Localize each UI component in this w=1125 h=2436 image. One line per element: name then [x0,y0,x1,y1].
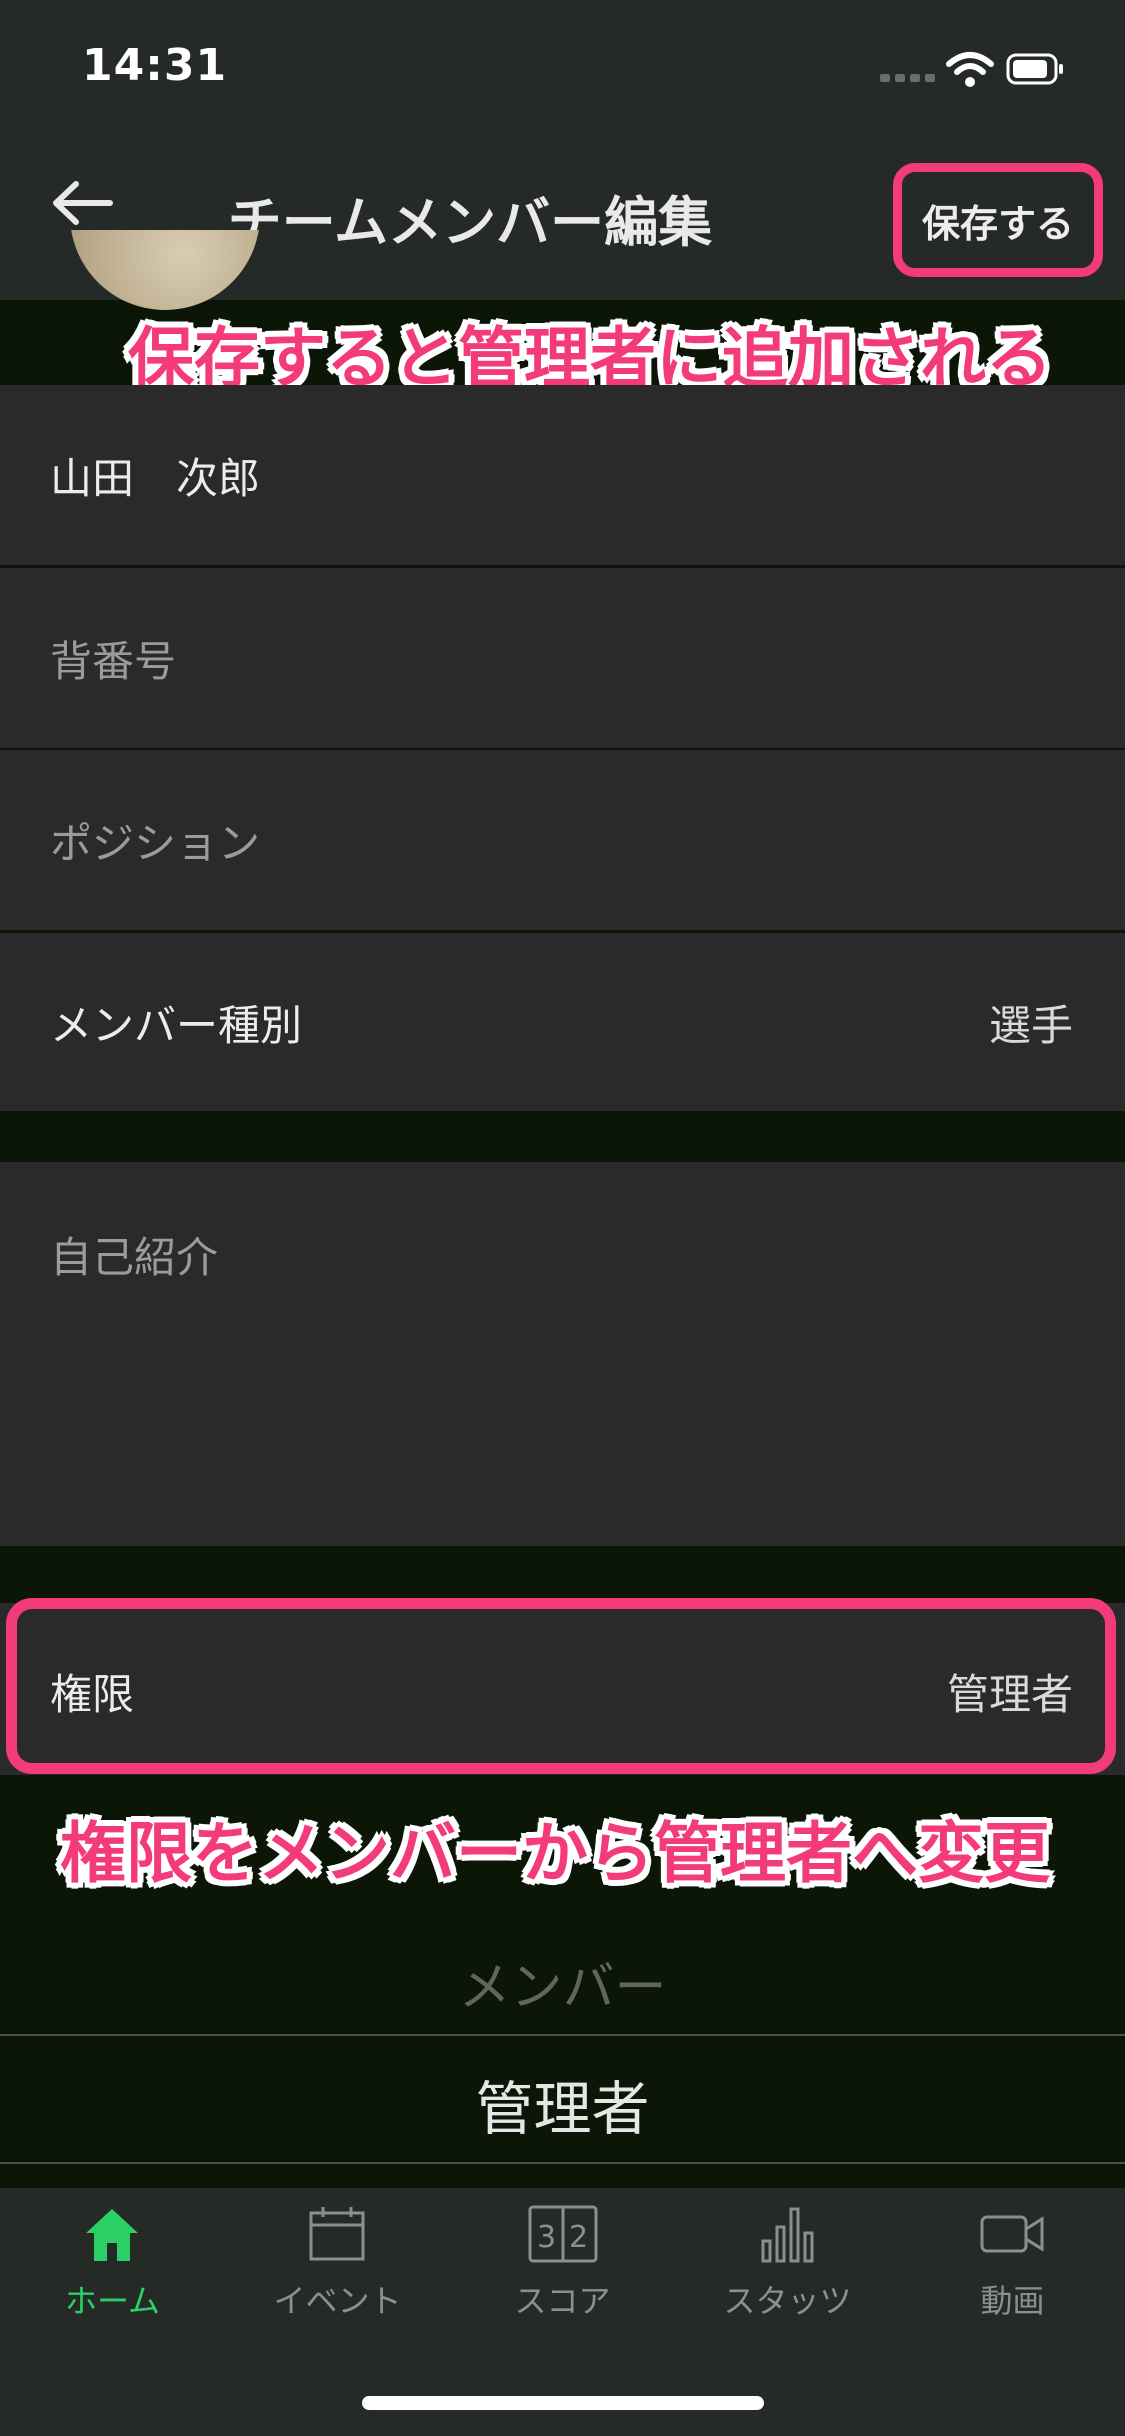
video-camera-icon [980,2215,1044,2253]
tab-video[interactable]: 動画 [900,2188,1125,2338]
member-type-row[interactable]: メンバー種別 選手 [0,933,1125,1111]
number-field[interactable]: 背番号 [0,568,1125,748]
picker-option-admin[interactable]: 管理者 [0,2062,1125,2146]
wifi-icon [946,52,994,87]
tab-label: イベント [273,2282,402,2320]
position-field[interactable]: ポジション [0,750,1125,930]
member-type-value: 選手 [988,1000,1073,1050]
bio-textarea[interactable]: 自己紹介 [0,1162,1125,1546]
member-type-label: メンバー種別 [50,1000,303,1050]
battery-icon [1006,53,1063,85]
home-icon [86,2209,138,2261]
number-placeholder: 背番号 [50,636,177,686]
picker-divider [0,2162,1125,2164]
tab-label: スタッツ [723,2282,852,2320]
name-field[interactable]: 山田 次郎 [0,385,1125,565]
tab-stats[interactable]: スタッツ [675,2188,900,2338]
name-value: 山田 次郎 [50,453,261,503]
annotation-permission-note: 権限をメンバーから管理者へ変更 [60,1815,1050,1892]
svg-text:2: 2 [569,2220,588,2255]
svg-text:3: 3 [537,2220,556,2255]
tab-label: スコア [514,2282,611,2320]
tab-label: ホーム [64,2282,161,2320]
position-placeholder: ポジション [50,818,261,868]
picker-divider [0,2034,1125,2036]
scoreboard-icon: 3 2 [528,2205,598,2263]
bio-placeholder: 自己紹介 [50,1233,219,1282]
tab-home[interactable]: ホーム [0,2188,225,2338]
save-button[interactable]: 保存する [893,163,1103,277]
tab-label: 動画 [980,2282,1045,2320]
home-indicator[interactable] [362,2396,764,2410]
status-time: 14:31 [82,40,228,91]
page-title: チームメンバー編集 [227,191,713,254]
bar-chart-icon [761,2207,814,2263]
permission-highlight-box [6,1598,1116,1774]
cellular-signal-icon [880,74,940,84]
picker-option-member[interactable]: メンバー [0,1945,1125,2020]
tab-event[interactable]: イベント [225,2188,450,2338]
back-arrow-icon[interactable] [52,180,114,226]
calendar-icon [309,2207,365,2261]
tab-score[interactable]: 3 2 スコア [450,2188,675,2338]
